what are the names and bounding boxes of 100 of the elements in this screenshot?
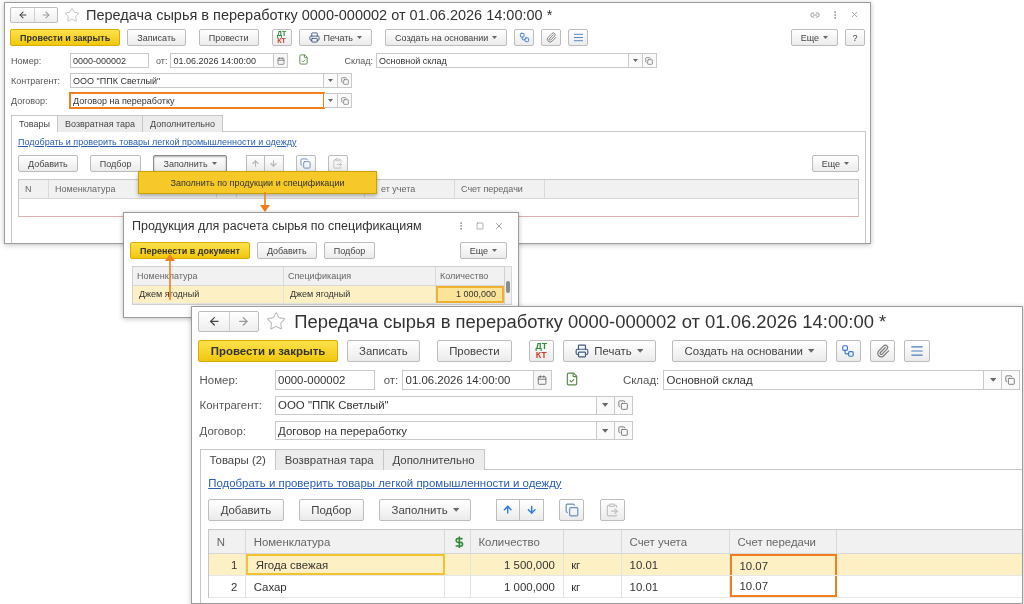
dropdown-button[interactable] xyxy=(597,395,615,415)
dropdown-button[interactable] xyxy=(324,73,338,88)
open-button[interactable] xyxy=(338,73,352,88)
tab[interactable]: Товары xyxy=(11,115,58,132)
structure-button[interactable] xyxy=(835,340,862,362)
toolbar-button[interactable]: Подбор xyxy=(89,155,142,172)
arrow-left-icon xyxy=(207,315,221,328)
paperclip-icon xyxy=(875,343,890,358)
structure-icon xyxy=(841,343,856,358)
toolbar-button[interactable]: Добавить xyxy=(208,498,284,521)
list-button[interactable] xyxy=(904,340,930,362)
paperclip-button[interactable] xyxy=(869,340,896,362)
table-cell: 10.01 xyxy=(621,554,730,576)
table-cell: 1 500,000 xyxy=(470,554,564,576)
calendar-icon xyxy=(276,56,285,65)
arrow-up-icon xyxy=(501,504,514,516)
open-icon xyxy=(340,76,349,85)
link[interactable]: Подобрать и проверить товары легкой промышленности и одежду xyxy=(208,476,562,489)
structure-icon xyxy=(518,32,530,43)
caret-icon xyxy=(357,36,362,39)
toolbar-button[interactable]: Записать xyxy=(127,29,186,46)
dropdown-button[interactable] xyxy=(597,421,615,441)
caret-icon xyxy=(989,378,996,382)
open-button[interactable] xyxy=(338,93,352,108)
input-field[interactable]: 0000-000002 xyxy=(70,53,149,68)
more-button[interactable]: Еще xyxy=(459,242,507,259)
date-field[interactable]: 01.06.2026 14:00:00 xyxy=(402,370,552,390)
input-field[interactable]: Основной склад xyxy=(663,370,985,390)
create-based-on-button[interactable]: Создать на основании xyxy=(385,29,508,46)
print-button[interactable]: Печать xyxy=(562,340,656,362)
column-header: N xyxy=(19,180,49,198)
paste-icon xyxy=(605,502,620,517)
close-icon xyxy=(494,221,504,231)
post-and-close-button[interactable]: Провести и закрыть xyxy=(198,340,338,362)
help-button[interactable]: ? xyxy=(845,29,865,46)
list-button[interactable] xyxy=(568,29,589,46)
tab[interactable]: Товары (2) xyxy=(199,448,276,471)
move-down-button[interactable] xyxy=(519,498,544,521)
caret-icon xyxy=(844,162,849,165)
arrow-right-icon xyxy=(41,9,51,20)
column-header: N xyxy=(209,530,247,554)
field-label: от: xyxy=(383,374,399,386)
open-button[interactable] xyxy=(1002,370,1020,390)
toolbar-button[interactable]: Записать xyxy=(346,340,421,362)
table-row[interactable]: 2 Сахар 1 000,000 кг 10.01 10.07 xyxy=(209,576,1022,599)
caret-icon xyxy=(452,507,459,512)
copy-button[interactable] xyxy=(559,498,585,521)
more-button[interactable]: Еще xyxy=(790,29,838,46)
toolbar-button[interactable]: Добавить xyxy=(256,242,317,259)
tab[interactable]: Дополнительно xyxy=(142,115,223,132)
open-icon xyxy=(618,425,629,436)
tab[interactable]: Возвратная тара xyxy=(274,448,384,471)
field-label: Контрагент: xyxy=(199,399,263,412)
tab[interactable]: Возвратная тара xyxy=(56,115,144,132)
input-field[interactable]: ООО "ППК Светлый" xyxy=(274,395,598,415)
toolbar-button[interactable]: Добавить xyxy=(18,155,78,172)
column-header: Счет передачи xyxy=(729,530,837,554)
input-field[interactable]: Основной склад xyxy=(376,53,629,68)
input-field[interactable]: Договор на переработку xyxy=(70,93,324,108)
create-based-on-button[interactable]: Создать на основании xyxy=(672,340,827,362)
table-cell: 1 xyxy=(209,554,247,576)
caret-icon xyxy=(636,348,644,353)
table-cell: 1 000,000 xyxy=(470,576,564,598)
arrow-down-icon xyxy=(269,159,279,168)
link[interactable]: Подобрать и проверить товары легкой промышленности и одежду xyxy=(18,137,297,147)
dropdown-button[interactable] xyxy=(984,370,1003,390)
table-row[interactable]: 1 Ягода свежая 1 500,000 кг 10.01 10.07 xyxy=(209,554,1022,577)
transfer-button[interactable]: Перенести в документ xyxy=(130,242,250,259)
fill-button[interactable]: Заполнить xyxy=(379,498,472,521)
copy-icon xyxy=(300,158,312,169)
toolbar-button[interactable]: Провести xyxy=(436,340,513,362)
column-header: Спецификация xyxy=(284,267,436,285)
input-field[interactable]: Договор на переработку xyxy=(274,421,598,441)
column-header: Счет передачи xyxy=(455,180,545,198)
structure-button[interactable] xyxy=(514,29,535,46)
field-label: Номер: xyxy=(199,374,239,386)
date-field[interactable]: 01.06.2026 14:00:00 xyxy=(170,53,289,68)
input-field[interactable]: ООО "ППК Светлый" xyxy=(70,73,324,88)
paperclip-button[interactable] xyxy=(541,29,562,46)
toolbar-button[interactable]: Подбор xyxy=(323,242,376,259)
print-button[interactable]: Печать xyxy=(298,29,372,46)
table-cell: 1 000,000 xyxy=(436,286,504,303)
more-button[interactable]: Еще xyxy=(811,155,859,172)
calendar-icon xyxy=(537,374,548,386)
money-icon xyxy=(453,535,466,549)
toolbar-button[interactable]: Провести xyxy=(198,29,259,46)
calendar-button[interactable] xyxy=(533,371,551,389)
tab[interactable]: Дополнительно xyxy=(382,448,485,471)
input-field[interactable]: 0000-000002 xyxy=(274,370,375,390)
dropdown-button[interactable] xyxy=(324,93,338,108)
caret-icon xyxy=(492,249,497,252)
toolbar-button[interactable]: Подбор xyxy=(298,498,364,521)
debit-credit-button[interactable]: ДТ КТ xyxy=(528,340,554,362)
field-label: Контрагент: xyxy=(11,75,62,86)
caret-icon xyxy=(633,59,638,62)
menu-item[interactable]: Заполнить по продукции и спецификации xyxy=(139,172,376,193)
calendar-button[interactable] xyxy=(273,54,288,67)
caret-icon xyxy=(211,162,217,165)
move-up-button[interactable] xyxy=(495,498,520,521)
post-and-close-button[interactable]: Провести и закрыть xyxy=(10,29,121,46)
